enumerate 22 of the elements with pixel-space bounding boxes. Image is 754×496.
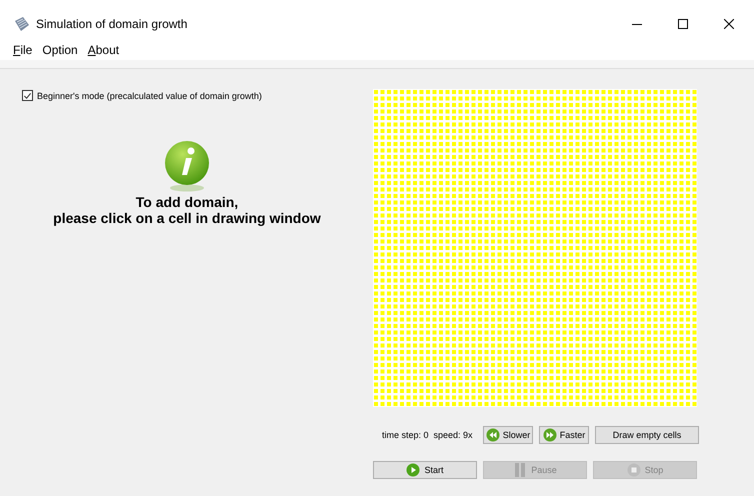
rewind-icon [486,428,500,442]
stop-icon [626,463,641,477]
speed-button[interactable]: Faster [539,426,589,444]
menu-item[interactable]: Option [42,43,78,57]
fast-forward-icon [542,428,557,442]
status-text: time step: 0 speed: 9x [381,430,474,440]
info-message: To add domain, please click on a cell in drawing window [53,194,321,226]
info-icon [162,139,212,193]
speed-button[interactable]: Draw empty cells [595,426,699,444]
check-icon [23,90,32,100]
cell-grid[interactable] [373,89,697,407]
maximize-icon[interactable] [678,19,688,29]
app-icon [14,16,30,32]
window-title: Simulation of domain growth [36,17,188,31]
pause-icon [513,462,528,478]
close-icon[interactable] [724,19,734,29]
menu-item[interactable]: About [88,43,120,57]
play-icon [406,463,420,477]
control-button[interactable]: Start [373,461,477,479]
beginners-mode-checkbox[interactable]: Beginner's mode (precalculated value of domain growth) [22,90,373,101]
speed-button[interactable]: Slower [483,426,533,444]
menu-item[interactable]: File [13,43,32,57]
